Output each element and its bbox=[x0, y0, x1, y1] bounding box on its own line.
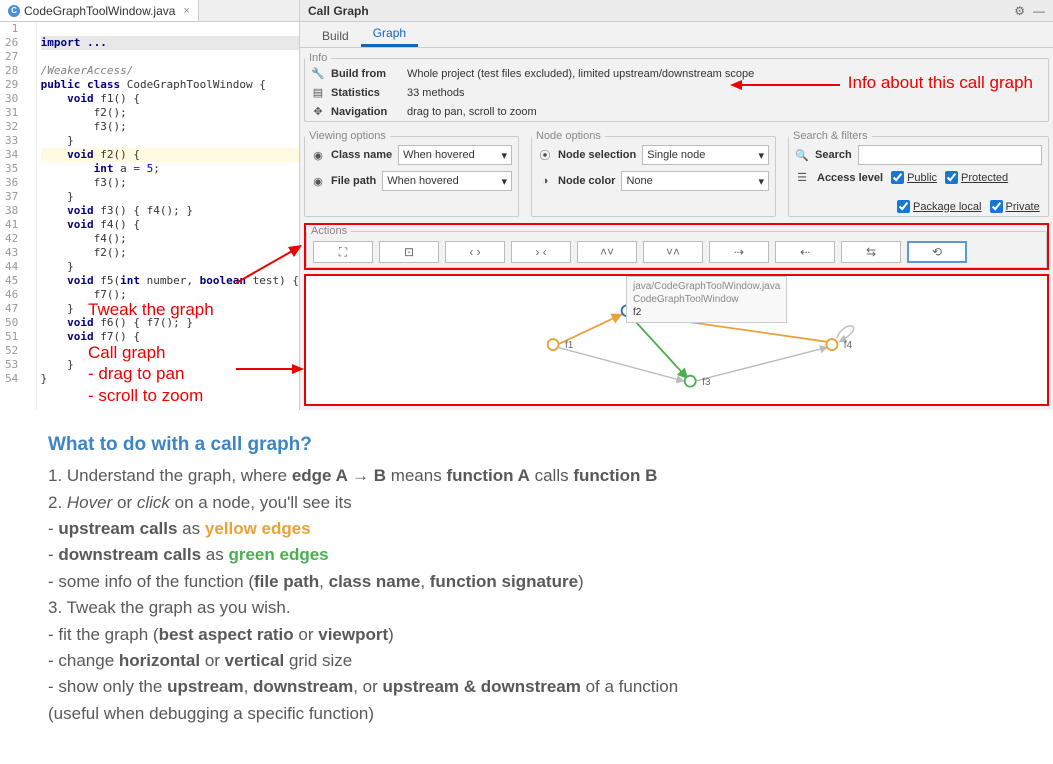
access-level-label: Access level bbox=[817, 172, 883, 184]
svg-text:f3: f3 bbox=[702, 377, 711, 388]
stats-icon: ▤ bbox=[311, 86, 325, 99]
node-options-fieldset: Node options ⦿ Node selection Single nod… bbox=[531, 130, 776, 217]
tab-build[interactable]: Build bbox=[310, 25, 361, 47]
action-vgrid-expand-button[interactable]: ˄˅ bbox=[577, 241, 637, 263]
node-tooltip: java/CodeGraphToolWindow.java CodeGraphT… bbox=[626, 276, 787, 323]
annotation-tweak: Tweak the graph bbox=[88, 300, 214, 320]
arrow-icon bbox=[236, 363, 306, 375]
line-gutter: 1262728293031323334353637384142434445464… bbox=[0, 22, 24, 410]
editor-tab[interactable]: C CodeGraphToolWindow.java × bbox=[0, 0, 199, 21]
checkbox-protected[interactable]: Protected bbox=[945, 171, 1008, 184]
viewing-options-fieldset: Viewing options ◉ Class name When hovere… bbox=[304, 130, 519, 217]
checkbox-package-local[interactable]: Package local bbox=[897, 200, 982, 213]
node-selection-label: Node selection bbox=[558, 149, 636, 161]
navigation-label: Navigation bbox=[331, 106, 401, 118]
chevron-down-icon: ▾ bbox=[758, 175, 764, 188]
callgraph-header: Call Graph ⚙ — bbox=[300, 0, 1053, 22]
node-f3 bbox=[685, 376, 696, 387]
action-upstream-button[interactable]: ⇢ bbox=[709, 241, 769, 263]
close-icon[interactable]: × bbox=[183, 5, 189, 17]
class-name-select[interactable]: When hovered▾ bbox=[398, 145, 512, 165]
svg-text:f1: f1 bbox=[565, 340, 574, 351]
instructions-text: What to do with a call graph? 1. Underst… bbox=[0, 410, 1053, 747]
actions-fieldset: Actions ⛶ ⊡ ‹ › › ‹ ˄˅ ˅˄ ⇢ ⇠ ⇆ ⟲ bbox=[306, 225, 1047, 268]
node-f4 bbox=[826, 339, 837, 350]
build-from-label: Build from bbox=[331, 68, 401, 80]
action-downstream-button[interactable]: ⇠ bbox=[775, 241, 835, 263]
search-filters-fieldset: Search & filters 🔍 Search ☰ Access level… bbox=[788, 130, 1049, 217]
navigation-value: drag to pan, scroll to zoom bbox=[407, 106, 537, 118]
arrow-icon bbox=[236, 245, 306, 285]
svg-text:f4: f4 bbox=[844, 340, 853, 351]
arrow-icon bbox=[730, 78, 840, 92]
palette-icon: ◑ bbox=[538, 175, 552, 187]
annotation-info: Info about this call graph bbox=[848, 73, 1033, 93]
node-selection-select[interactable]: Single node▾ bbox=[642, 145, 769, 165]
checkbox-private[interactable]: Private bbox=[990, 200, 1040, 213]
build-from-value: Whole project (test files excluded), lim… bbox=[407, 68, 754, 80]
chevron-down-icon: ▾ bbox=[758, 149, 764, 162]
fold-gutter bbox=[24, 22, 36, 410]
wrench-icon: 🔧 bbox=[311, 67, 325, 80]
chevron-down-icon: ▾ bbox=[501, 175, 507, 188]
callgraph-panel: Call Graph ⚙ — Build Graph Info 🔧 Build … bbox=[300, 0, 1053, 410]
editor-panel: C CodeGraphToolWindow.java × 12627282930… bbox=[0, 0, 300, 410]
instructions-title: What to do with a call graph? bbox=[48, 430, 1005, 459]
file-path-select[interactable]: When hovered▾ bbox=[382, 171, 512, 191]
checkbox-public[interactable]: Public bbox=[891, 171, 937, 184]
actions-highlight-box: Actions ⛶ ⊡ ‹ › › ‹ ˄˅ ˅˄ ⇢ ⇠ ⇆ ⟲ bbox=[304, 223, 1049, 270]
action-hgrid-shrink-button[interactable]: › ‹ bbox=[511, 241, 571, 263]
statistics-value: 33 methods bbox=[407, 87, 464, 99]
chevron-down-icon: ▾ bbox=[501, 149, 507, 162]
gear-icon[interactable]: ⚙ bbox=[1014, 4, 1025, 18]
eye-icon: ◉ bbox=[311, 149, 325, 162]
info-legend: Info bbox=[305, 52, 331, 64]
compass-icon: ✥ bbox=[311, 105, 325, 118]
graph-canvas[interactable]: java/CodeGraphToolWindow.java CodeGraphT… bbox=[304, 274, 1049, 406]
java-file-icon: C bbox=[8, 5, 20, 17]
action-fit-ratio-button[interactable]: ⛶ bbox=[313, 241, 373, 263]
callgraph-tabs: Build Graph bbox=[300, 22, 1053, 48]
file-path-label: File path bbox=[331, 175, 376, 187]
action-both-button[interactable]: ⇆ bbox=[841, 241, 901, 263]
editor-tab-bar: C CodeGraphToolWindow.java × bbox=[0, 0, 299, 22]
class-name-label: Class name bbox=[331, 149, 392, 161]
callgraph-title: Call Graph bbox=[308, 4, 369, 18]
action-reset-button[interactable]: ⟲ bbox=[907, 241, 967, 263]
action-hgrid-expand-button[interactable]: ‹ › bbox=[445, 241, 505, 263]
search-input[interactable] bbox=[858, 145, 1042, 165]
action-vgrid-shrink-button[interactable]: ˅˄ bbox=[643, 241, 703, 263]
search-icon: 🔍 bbox=[795, 149, 809, 162]
node-f1 bbox=[548, 339, 559, 350]
minimize-icon[interactable]: — bbox=[1033, 4, 1045, 18]
node-color-label: Node color bbox=[558, 175, 615, 187]
pin-icon: ⦿ bbox=[538, 147, 552, 163]
eye-icon: ◉ bbox=[311, 175, 325, 188]
filter-icon: ☰ bbox=[795, 171, 809, 184]
action-fit-viewport-button[interactable]: ⊡ bbox=[379, 241, 439, 263]
statistics-label: Statistics bbox=[331, 87, 401, 99]
search-label: Search bbox=[815, 149, 852, 161]
annotation-callgraph: Call graph - drag to pan - scroll to zoo… bbox=[88, 342, 203, 406]
tab-graph[interactable]: Graph bbox=[361, 22, 418, 47]
tab-filename: CodeGraphToolWindow.java bbox=[24, 4, 175, 18]
node-color-select[interactable]: None▾ bbox=[621, 171, 769, 191]
